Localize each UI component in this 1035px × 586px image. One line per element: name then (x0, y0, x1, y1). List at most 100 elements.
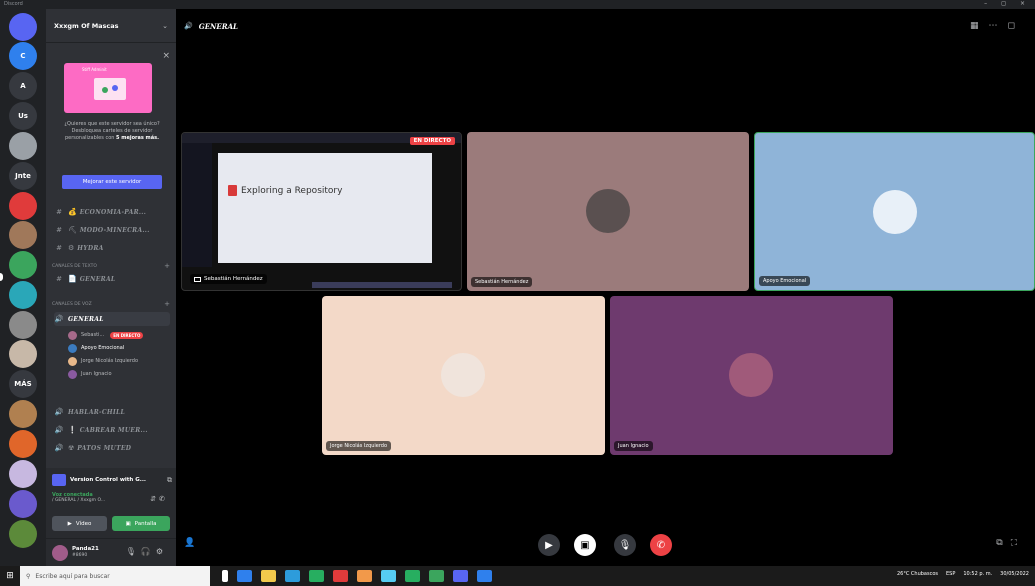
disconnect-icon[interactable]: ✆ (159, 495, 168, 503)
avatar (68, 356, 77, 366)
participant-tile-apoyo[interactable]: Apoyo Emocional (754, 132, 1035, 291)
category-text-channels[interactable]: CANALES DE TEXTO + (52, 262, 170, 270)
popout-icon[interactable]: ◻ (1008, 21, 1025, 31)
user-tag: #8690 (72, 553, 88, 558)
add-channel-icon[interactable]: + (164, 262, 170, 270)
taskbar-search[interactable]: ⚲ Escribe aquí para buscar (20, 566, 210, 586)
voice-user[interactable]: Juan Ignacio (68, 368, 112, 380)
server-icon[interactable]: Us (9, 102, 37, 130)
voice-user[interactable]: Jorge Nicolás Izquierdo (68, 355, 138, 367)
clock-date[interactable]: 30/05/2022 (1000, 571, 1029, 577)
grid-layout-icon[interactable]: ▦ (970, 21, 989, 31)
boost-server-button[interactable]: Mejorar este servidor (62, 175, 162, 189)
more-icon[interactable]: ⋯ (989, 21, 1008, 31)
server-icon[interactable] (9, 13, 37, 41)
language-indicator[interactable]: ESP (946, 571, 955, 577)
server-header[interactable]: Xxxgm Of Mascas ⌄ (46, 9, 176, 43)
stream-tile[interactable]: Exploring a Repository EN DIRECTO Sebast… (181, 132, 462, 291)
invite-icon[interactable]: 👤 (184, 538, 195, 548)
noise-suppression-icon[interactable]: ⇵ (150, 495, 159, 503)
server-icon[interactable] (9, 460, 37, 488)
screen-share-icon[interactable]: ⧉ (167, 476, 172, 485)
voice-channel[interactable]: 🔊 ☢ PATOS MUTED (54, 441, 170, 455)
store-icon[interactable] (285, 570, 300, 582)
server-icon[interactable] (9, 400, 37, 428)
server-icon[interactable] (9, 281, 37, 309)
app-icon[interactable] (309, 570, 324, 582)
server-icon[interactable] (9, 192, 37, 220)
boost-promo-card: Stiff Adminit × ¿Quieres que este servid… (54, 51, 170, 201)
participant-name: Sebastián Hernández (471, 277, 533, 287)
text-channel[interactable]: # 💰 ECONOMIA-PAR... (54, 205, 170, 219)
selected-server-indicator (0, 273, 3, 281)
participant-tile-jorge[interactable]: Jorge Nicolás Izquierdo (322, 296, 605, 455)
disconnect-button[interactable]: ✆ (650, 534, 672, 556)
server-icon[interactable] (9, 340, 37, 368)
avatar (68, 343, 77, 353)
close-icon[interactable]: × (162, 51, 170, 61)
headphones-icon[interactable]: 🎧 (141, 547, 156, 556)
screen-icon: ▣ (125, 520, 131, 527)
text-channel[interactable]: # ⛏ MODO-MINECRA... (54, 223, 170, 237)
avatar[interactable] (52, 545, 68, 561)
fullscreen-icon[interactable]: ⛶ (1011, 538, 1025, 548)
server-icon[interactable] (9, 430, 37, 458)
server-icon[interactable] (9, 251, 37, 279)
voice-channel[interactable]: 🔊 HABLAR-CHILL (54, 405, 170, 419)
screen-share-button[interactable]: ▣ (574, 534, 596, 556)
app-icon[interactable] (381, 570, 396, 582)
category-label: CANALES DE TEXTO (52, 263, 97, 269)
user-panel: Panda21 #8690 🎙🎧⚙ (46, 538, 176, 566)
server-icon[interactable]: Jnte (9, 162, 37, 190)
app-icon[interactable] (333, 570, 348, 582)
chevron-down-icon[interactable]: ⌄ (162, 22, 168, 30)
participant-name: Juan Ignacio (614, 441, 653, 451)
weather-widget[interactable]: 26°C Chubascos (897, 571, 938, 577)
window-controls[interactable]: – ◻ × (984, 0, 1031, 7)
server-icon[interactable] (9, 490, 37, 518)
server-icon[interactable] (9, 221, 37, 249)
gear-icon[interactable]: ⚙ (156, 547, 168, 556)
discord-icon[interactable] (453, 570, 468, 582)
stream-info[interactable]: Version Control with G... ⧉ (52, 472, 172, 488)
server-icon[interactable]: C (9, 42, 37, 70)
task-view-icon[interactable] (222, 570, 228, 582)
edge-icon[interactable] (237, 570, 252, 582)
server-icon[interactable] (9, 132, 37, 160)
category-label: CANALES DE VOZ (52, 301, 92, 307)
microphone-icon[interactable]: 🎙 (126, 547, 141, 556)
app-icon[interactable] (477, 570, 492, 582)
promo-text-bold: 5 mejoras más. (116, 135, 160, 141)
screen-share-button[interactable]: ▣ Pantalla (112, 516, 170, 531)
live-badge: EN DIRECTO (409, 137, 455, 145)
folder-icon[interactable] (261, 570, 276, 582)
voice-user[interactable]: Apoyo Emocional (68, 342, 124, 354)
category-voice-channels[interactable]: CANALES DE VOZ + (52, 300, 170, 308)
screen-share-icon: ▣ (580, 539, 590, 551)
add-channel-icon[interactable]: + (164, 300, 170, 308)
server-icon[interactable] (9, 311, 37, 339)
app-icon[interactable] (357, 570, 372, 582)
voice-channel-general[interactable]: 🔊 GENERAL (54, 312, 170, 326)
mute-button[interactable]: 🎙 (614, 534, 636, 556)
popout-icon[interactable]: ⧉ (996, 538, 1010, 548)
voice-user[interactable]: Sebasti... EN DIRECTO (68, 329, 144, 341)
server-icon[interactable]: A (9, 72, 37, 100)
server-rail: C A Us Jnte MÁS (0, 9, 46, 566)
text-channel[interactable]: # ⚙ HYDRA (54, 241, 170, 255)
xbox-icon[interactable] (405, 570, 420, 582)
hang-up-icon: ✆ (656, 539, 666, 551)
server-icon[interactable] (9, 520, 37, 548)
channel-label: PATOS MUTED (77, 444, 132, 452)
server-icon[interactable]: MÁS (9, 370, 37, 398)
voice-channel[interactable]: 🔊 ❕ CABREAR MUER... (54, 423, 170, 437)
camera-icon: ▶ (67, 520, 72, 527)
spotify-icon[interactable] (429, 570, 444, 582)
text-channel-general[interactable]: # 📄 GENERAL (54, 272, 170, 286)
video-button[interactable]: ▶ Vídeo (52, 516, 107, 531)
participant-tile-sebastian[interactable]: Sebastián Hernández (467, 132, 749, 291)
clock-time[interactable]: 10:52 p. m. (963, 571, 992, 577)
camera-button[interactable]: ▶ (538, 534, 560, 556)
participant-tile-juan[interactable]: Juan Ignacio (610, 296, 893, 455)
windows-start-icon[interactable]: ⊞ (0, 571, 20, 581)
